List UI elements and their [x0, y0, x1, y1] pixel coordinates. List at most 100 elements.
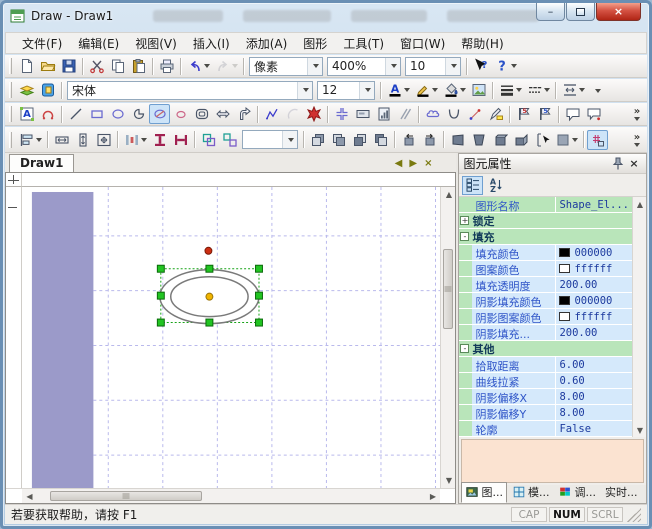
group-button[interactable] — [198, 130, 219, 150]
vertical-scrollbar[interactable]: ▲ ▼ — [440, 187, 455, 488]
panel-tab-2[interactable]: 调... — [554, 482, 600, 503]
menu-item-4[interactable]: 添加(A) — [238, 33, 296, 54]
save-button[interactable] — [58, 56, 79, 76]
flag1-button[interactable]: 5 — [513, 104, 534, 124]
minimize-button[interactable]: – — [536, 3, 565, 21]
zoom-combo[interactable]: 400% — [327, 57, 401, 76]
grid-scroll-down-icon[interactable]: ▼ — [633, 423, 646, 437]
cut-button[interactable] — [86, 56, 107, 76]
shade-button[interactable] — [552, 130, 580, 150]
small-ellipse-tool-button[interactable] — [170, 104, 191, 124]
menu-item-5[interactable]: 图形 — [295, 33, 335, 54]
fill-color-button[interactable] — [440, 80, 468, 100]
menu-item-0[interactable]: 文件(F) — [14, 33, 70, 54]
property-row[interactable]: 阴影填充...200.00 — [459, 325, 632, 341]
property-row[interactable]: 阴影图案颜色ffffff — [459, 309, 632, 325]
property-row[interactable]: 轮廓False — [459, 421, 632, 437]
font-combo-dropdown-icon[interactable] — [297, 82, 312, 99]
scroll-left-icon[interactable]: ◀ — [22, 489, 37, 504]
new-button[interactable] — [16, 56, 37, 76]
flip3-button[interactable] — [489, 130, 510, 150]
unit-combo[interactable]: 像素 — [249, 57, 323, 76]
pin-icon[interactable] — [610, 156, 626, 171]
toolbar-overflow-button[interactable]: » — [629, 133, 645, 147]
property-value[interactable]: 8.00 — [556, 389, 632, 404]
pick-button[interactable] — [531, 130, 552, 150]
menu-item-3[interactable]: 插入(I) — [185, 33, 238, 54]
unit-combo-dropdown-icon[interactable] — [307, 58, 322, 75]
arrow-point-button[interactable] — [464, 104, 485, 124]
font-color-button[interactable]: A — [384, 80, 412, 100]
panel-tab-1[interactable]: 模... — [508, 482, 554, 503]
rotate-left-button[interactable] — [398, 130, 419, 150]
undo-button[interactable] — [184, 56, 212, 76]
close-button[interactable]: × — [596, 3, 641, 21]
gridsize-combo[interactable]: 10 — [405, 57, 461, 76]
property-row[interactable]: 拾取距离6.00 — [459, 357, 632, 373]
property-value[interactable]: 000000 — [556, 293, 632, 308]
scroll-up-icon[interactable]: ▲ — [441, 187, 456, 202]
tab-prev-icon[interactable]: ◀ — [395, 159, 403, 169]
flip2-button[interactable] — [468, 130, 489, 150]
bring-forward-button[interactable] — [307, 130, 328, 150]
line-style-button[interactable] — [524, 80, 552, 100]
image-fill-button[interactable] — [468, 80, 489, 100]
property-value[interactable]: 0.60 — [556, 373, 632, 388]
page-setup-button[interactable] — [37, 80, 58, 100]
panel-tab-3[interactable]: 实时... — [601, 482, 642, 503]
property-category-row[interactable]: +锁定 — [459, 213, 632, 229]
arc-tool-red-button[interactable] — [37, 104, 58, 124]
tab-next-icon[interactable]: ▶ — [409, 159, 417, 169]
categorized-view-button[interactable] — [462, 176, 483, 195]
font-combo[interactable]: 宋体 — [67, 81, 313, 100]
parallel-lines-button[interactable] — [394, 104, 415, 124]
menu-item-7[interactable]: 窗口(W) — [392, 33, 453, 54]
rect-tool-button[interactable] — [86, 104, 107, 124]
toolbar-grip[interactable] — [9, 58, 12, 74]
text-box-button[interactable]: A — [16, 104, 37, 124]
property-value[interactable]: Shape_El... — [556, 197, 632, 212]
panel-tab-0[interactable]: 图... — [461, 482, 507, 503]
toolbar-grip[interactable] — [9, 132, 12, 148]
maximize-button[interactable] — [566, 3, 595, 21]
redo-button[interactable] — [212, 56, 240, 76]
expand-toggle-icon[interactable]: - — [460, 344, 469, 353]
hscroll-thumb[interactable] — [50, 491, 202, 501]
property-grid-scrollbar[interactable]: ▲ ▼ — [632, 197, 646, 437]
expand-toggle-icon[interactable]: + — [460, 216, 469, 225]
grid-scroll-up-icon[interactable]: ▲ — [633, 197, 646, 211]
same-width-button[interactable] — [51, 130, 72, 150]
star-tool-button[interactable] — [303, 104, 324, 124]
document-tab[interactable]: Draw1 — [9, 154, 74, 172]
curve-button[interactable] — [443, 104, 464, 124]
property-row[interactable]: 阴影填充颜色000000 — [459, 293, 632, 309]
line-tool-button[interactable] — [65, 104, 86, 124]
polyline-tool-button[interactable] — [261, 104, 282, 124]
zoom-combo-dropdown-icon[interactable] — [385, 58, 400, 75]
property-value[interactable]: 200.00 — [556, 325, 632, 340]
alphabetical-sort-button[interactable]: AZ — [485, 176, 506, 195]
title-bar[interactable]: Draw - Draw1 – × — [3, 3, 649, 30]
scroll-down-icon[interactable]: ▼ — [441, 473, 456, 488]
scroll-right-icon[interactable]: ▶ — [425, 489, 440, 504]
button-shape-button[interactable] — [352, 104, 373, 124]
panel-close-icon[interactable]: × — [626, 156, 642, 171]
ungroup-button[interactable] — [219, 130, 240, 150]
property-row[interactable]: 曲线拉紧0.60 — [459, 373, 632, 389]
layer-combo-dropdown-icon[interactable] — [282, 131, 297, 148]
center-vertical-button[interactable] — [149, 130, 170, 150]
ellipse-tool-button[interactable] — [107, 104, 128, 124]
grid-snap-button[interactable] — [587, 130, 608, 150]
open-button[interactable] — [37, 56, 58, 76]
property-value[interactable]: 6.00 — [556, 357, 632, 372]
distribute-button[interactable] — [121, 130, 149, 150]
freeform-button[interactable] — [422, 104, 443, 124]
bring-front-button[interactable] — [349, 130, 370, 150]
horizontal-scrollbar[interactable]: ◀ ▶ — [22, 488, 440, 503]
line-width-button[interactable] — [496, 80, 524, 100]
toolbar-grip[interactable] — [9, 106, 12, 122]
fontsize-combo[interactable]: 12 — [317, 81, 375, 100]
expand-toggle-icon[interactable]: - — [460, 232, 469, 241]
toolbar-overflow-button[interactable]: » — [629, 107, 645, 121]
send-backward-button[interactable] — [328, 130, 349, 150]
